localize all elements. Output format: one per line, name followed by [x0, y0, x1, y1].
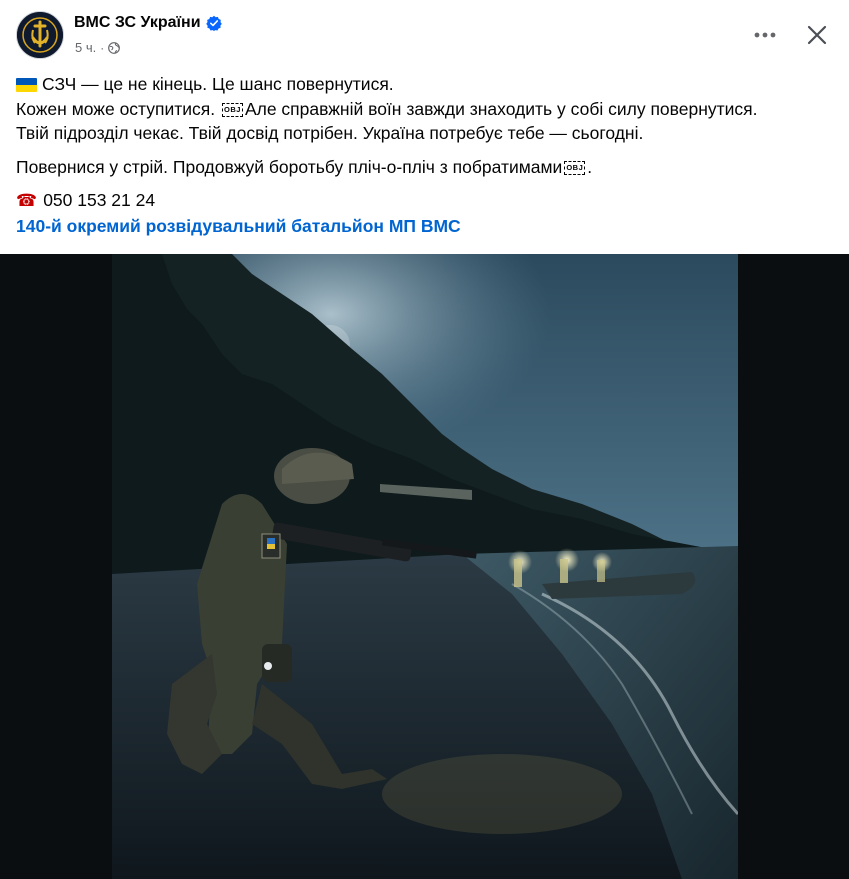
soldier-night-beach-image: [112, 254, 738, 879]
post-line-2: Кожен може оступитися. OBJ Але справжній …: [16, 97, 833, 122]
post-line-1: СЗЧ — це не кінець. Це шанс повернутися.: [16, 72, 833, 97]
phone-number: 050 153 21 24: [43, 190, 156, 210]
post-header: ВМС ЗС України 5 ч. ·: [16, 11, 833, 59]
post-line-1-text: СЗЧ — це не кінець. Це шанс повернутися.: [42, 74, 394, 94]
author-name[interactable]: ВМС ЗС України: [74, 14, 201, 32]
page-avatar[interactable]: [16, 11, 64, 59]
telephone-icon: ☎: [16, 191, 38, 210]
more-horizontal-icon: [754, 32, 776, 38]
close-post-button[interactable]: [801, 19, 833, 51]
phone-line: ☎ 050 153 21 24: [16, 188, 833, 214]
object-placeholder-icon: OBJ: [564, 160, 586, 175]
link-line: 140-й окремий розвідувальний батальйон М…: [16, 214, 833, 239]
object-placeholder-icon: OBJ: [222, 102, 243, 117]
globe-icon[interactable]: [108, 41, 121, 54]
post-text: СЗЧ — це не кінець. Це шанс повернутися.…: [16, 72, 833, 238]
post-time[interactable]: 5 ч.: [75, 40, 96, 55]
post-photo[interactable]: [112, 254, 738, 879]
post-line-2a-text: Кожен може оступитися.: [16, 98, 216, 119]
page-name-link[interactable]: ВМС ЗС України: [74, 14, 222, 32]
meta-separator: ·: [100, 40, 105, 55]
navy-emblem-icon: [17, 12, 63, 58]
facebook-post: ВМС ЗС України 5 ч. · СЗЧ — це не кінець…: [0, 0, 849, 879]
post-media[interactable]: [0, 254, 849, 879]
more-options-button[interactable]: [749, 19, 781, 51]
battalion-page-link[interactable]: 140-й окремий розвідувальний батальйон М…: [16, 216, 461, 236]
close-icon: [807, 25, 827, 45]
ukraine-flag-icon: [16, 78, 37, 92]
post-meta: 5 ч. ·: [75, 40, 121, 55]
post-line-4-text: Повернися у стрій. Продовжуй боротьбу пл…: [16, 156, 563, 177]
post-line-2b-text: Але справжній воїн завжди знаходить у со…: [244, 98, 758, 119]
post-line-4: Повернися у стрій. Продовжуй боротьбу пл…: [16, 155, 833, 180]
post-line-3: Твій підрозділ чекає. Твій досвід потріб…: [16, 123, 644, 143]
verified-badge-icon: [205, 15, 222, 31]
post-line-4-end: .: [587, 156, 593, 177]
